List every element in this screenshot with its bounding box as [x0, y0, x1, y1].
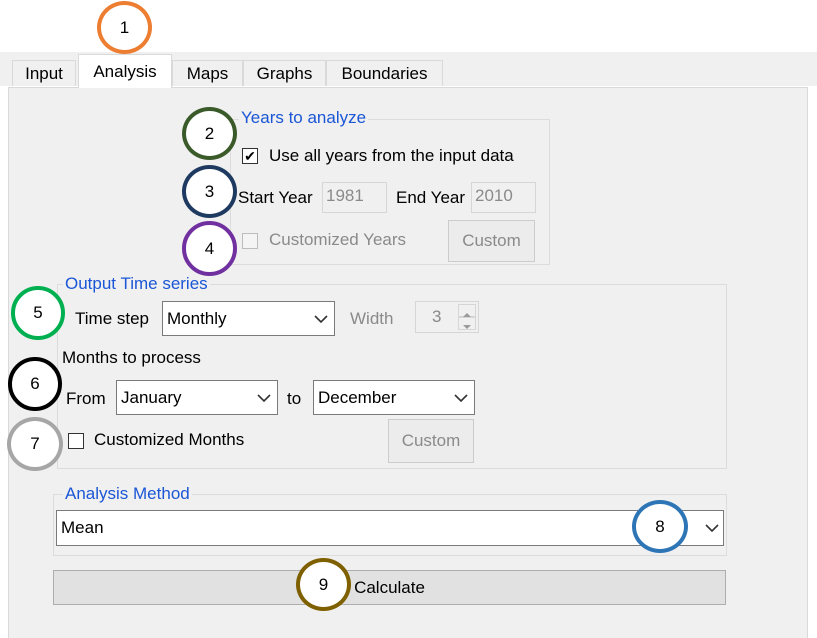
from-month-select[interactable]: January: [116, 380, 278, 415]
to-month-value: December: [318, 387, 397, 407]
from-month-value: January: [121, 387, 182, 407]
chevron-down-icon: [705, 518, 719, 538]
end-year-label: End Year: [396, 188, 466, 207]
method-group-title: Analysis Method: [63, 484, 192, 504]
analysis-method-select[interactable]: Mean: [56, 510, 724, 546]
use-all-years-label: Use all years from the input data: [269, 146, 514, 165]
tab-analysis[interactable]: Analysis: [78, 54, 172, 88]
tab-graphs[interactable]: Graphs: [243, 60, 326, 86]
marker-1-label: 1: [119, 17, 130, 37]
years-group-title: Years to analyze: [239, 108, 369, 128]
spin-up-icon[interactable]: [458, 304, 476, 317]
marker-9-label: 9: [318, 574, 329, 594]
from-label: From: [66, 389, 106, 408]
tab-analysis-label: Analysis: [93, 61, 157, 81]
chevron-down-icon: [314, 309, 328, 329]
time-step-label: Time step: [75, 309, 150, 328]
width-spinner[interactable]: 3: [415, 301, 479, 333]
marker-2-label: 2: [204, 123, 215, 143]
analysis-method-value: Mean: [61, 518, 104, 537]
tab-maps[interactable]: Maps: [172, 60, 243, 86]
marker-9: 9: [296, 558, 351, 611]
checkmark-icon: ✔: [244, 148, 256, 164]
marker-1: 1: [97, 1, 152, 54]
marker-4: 4: [182, 221, 237, 276]
custom-months-button[interactable]: Custom: [388, 419, 474, 463]
marker-3-label: 3: [204, 181, 215, 201]
use-all-years-checkbox[interactable]: ✔: [242, 148, 258, 164]
marker-7-label: 7: [30, 434, 40, 453]
custom-years-button[interactable]: Custom: [448, 220, 535, 262]
tab-boundaries-label: Boundaries: [341, 63, 428, 83]
months-to-process-label: Months to process: [62, 348, 201, 367]
marker-6: 6: [8, 357, 62, 411]
chevron-down-icon: [454, 388, 468, 408]
tab-graphs-label: Graphs: [256, 63, 313, 83]
customized-months-label: Customized Months: [94, 430, 245, 449]
end-year-input[interactable]: 2010: [471, 182, 536, 213]
marker-2: 2: [182, 107, 237, 160]
start-year-input[interactable]: 1981: [322, 182, 387, 213]
customized-years-label: Customized Years: [269, 230, 407, 249]
tab-input-label: Input: [25, 63, 63, 83]
output-group-title: Output Time series: [63, 274, 210, 294]
tab-boundaries[interactable]: Boundaries: [326, 60, 443, 86]
marker-7: 7: [7, 417, 63, 471]
marker-5: 5: [11, 286, 65, 340]
marker-4-label: 4: [204, 238, 215, 258]
spin-down-icon[interactable]: [458, 317, 476, 330]
time-step-value: Monthly: [167, 308, 227, 328]
marker-8-label: 8: [655, 516, 665, 536]
customized-years-checkbox[interactable]: [242, 233, 258, 249]
to-month-select[interactable]: December: [313, 380, 475, 415]
calculate-button[interactable]: Calculate: [53, 570, 726, 605]
to-label: to: [287, 389, 302, 408]
marker-8: 8: [632, 500, 688, 553]
width-value: 3: [432, 307, 442, 326]
tab-input[interactable]: Input: [12, 60, 76, 86]
customized-months-checkbox[interactable]: [68, 433, 84, 449]
start-year-label: Start Year: [238, 188, 313, 207]
width-label: Width: [350, 309, 394, 328]
chevron-down-icon: [257, 388, 271, 408]
marker-5-label: 5: [33, 303, 43, 322]
time-step-select[interactable]: Monthly: [162, 301, 335, 336]
marker-3: 3: [182, 165, 237, 218]
marker-6-label: 6: [30, 374, 40, 393]
tab-maps-label: Maps: [186, 63, 229, 83]
